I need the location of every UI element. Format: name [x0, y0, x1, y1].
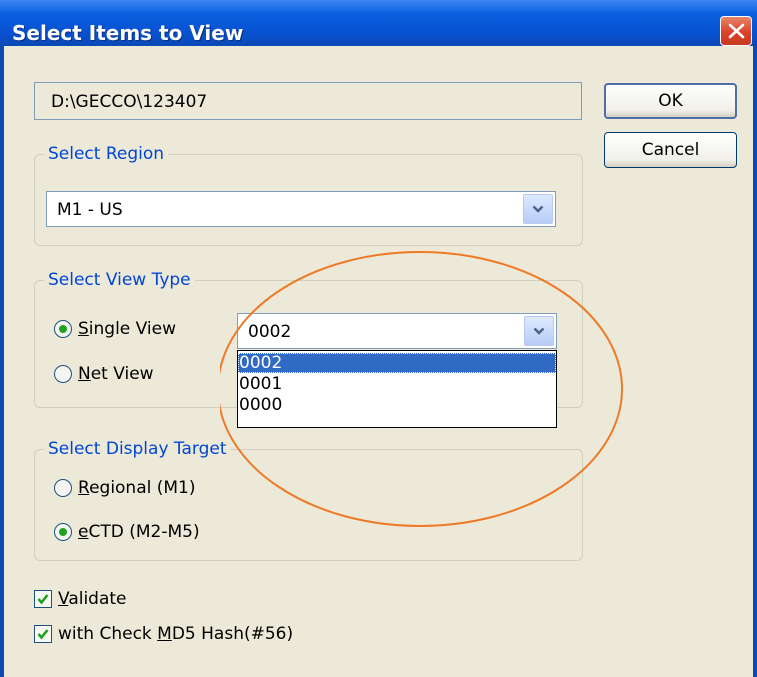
select-display-target-label: Select Display Target — [44, 439, 231, 459]
folder-path-text: D:\GECCO\123407 — [51, 92, 208, 112]
validate-checkbox[interactable] — [34, 590, 52, 608]
region-dropdown[interactable]: M1 - US — [46, 191, 556, 227]
view-version-dropdown[interactable]: 0002 — [237, 313, 557, 349]
select-items-dialog: Select Items to View D:\GECCO\123407 OK … — [0, 0, 757, 677]
view-version-dropdown-list[interactable]: 0002 0001 0000 — [237, 350, 557, 428]
radio-selected-dot — [59, 325, 67, 333]
view-version-dropdown-button[interactable] — [524, 316, 554, 346]
window-frame-right — [753, 46, 757, 677]
md5-checkbox[interactable] — [34, 625, 52, 643]
single-view-label: Single View — [78, 319, 177, 339]
net-view-label: Net View — [78, 364, 154, 384]
ectd-radio-button[interactable] — [54, 523, 72, 541]
cancel-button[interactable]: Cancel — [604, 132, 737, 168]
region-dropdown-button[interactable] — [523, 194, 553, 224]
select-view-type-label: Select View Type — [44, 270, 195, 290]
select-display-target-group — [34, 449, 583, 561]
dropdown-option[interactable]: 0000 — [238, 395, 556, 415]
md5-label: with Check MD5 Hash(#56) — [58, 624, 294, 644]
view-version-value: 0002 — [248, 322, 292, 342]
single-view-radio-button[interactable] — [54, 320, 72, 338]
window-frame-left — [0, 46, 4, 677]
close-icon — [728, 23, 745, 39]
region-dropdown-value: M1 - US — [57, 200, 123, 220]
dropdown-option[interactable]: 0002 — [238, 353, 556, 373]
dialog-title: Select Items to View — [12, 21, 244, 45]
chevron-down-icon — [532, 205, 544, 213]
title-bar[interactable]: Select Items to View — [0, 0, 757, 46]
validate-label: Validate — [58, 589, 127, 609]
regional-radio-button[interactable] — [54, 479, 72, 497]
ok-button[interactable]: OK — [604, 83, 737, 119]
chevron-down-icon — [533, 327, 545, 335]
close-button[interactable] — [720, 16, 752, 46]
select-region-label: Select Region — [44, 144, 169, 164]
dropdown-option[interactable]: 0001 — [238, 374, 556, 394]
checkmark-icon — [37, 594, 49, 605]
folder-path-field: D:\GECCO\123407 — [34, 82, 582, 120]
ectd-label: eCTD (M2-M5) — [78, 522, 200, 542]
net-view-radio-button[interactable] — [54, 365, 72, 383]
regional-label: Regional (M1) — [78, 478, 196, 498]
radio-selected-dot — [59, 528, 67, 536]
checkmark-icon — [37, 629, 49, 640]
